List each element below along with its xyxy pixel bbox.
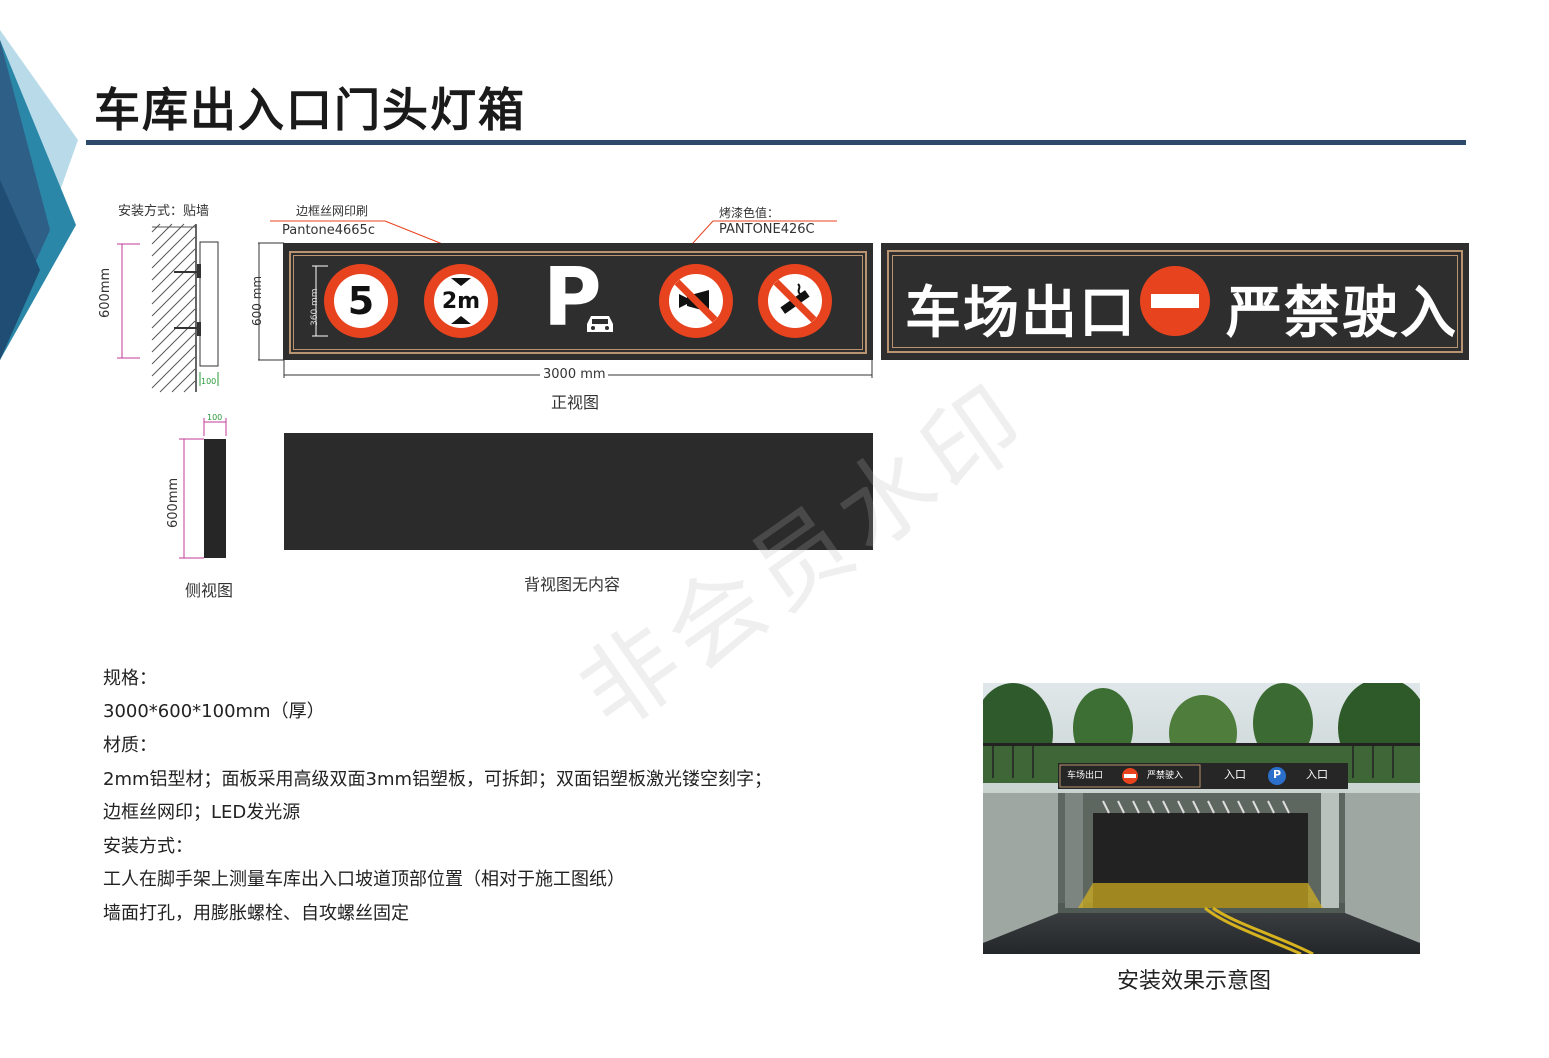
spec-line: 材质： — [103, 735, 157, 756]
side-dim-depth: 100 — [201, 377, 217, 386]
speed-limit-sign: 5 — [324, 264, 398, 338]
side-view-panel — [204, 439, 226, 558]
horn-icon — [674, 279, 718, 323]
sign-height-label: 360 mm — [310, 288, 320, 326]
no-entry-icon — [1140, 266, 1210, 336]
render-scene — [983, 683, 1420, 954]
installation-render-image: 车场出口 严禁驶入 入口 P 入口 — [983, 683, 1420, 954]
back-view-caption: 背视图无内容 — [524, 575, 621, 594]
spec-line: 3000*600*100mm（厚） — [103, 701, 325, 722]
side-height-label: 600mm — [166, 477, 181, 528]
height-limit-value: 2m — [441, 288, 481, 314]
render-sign-exit: 车场出口 — [1067, 771, 1104, 781]
cigarette-icon — [773, 279, 817, 323]
car-icon — [587, 316, 613, 332]
title-underline — [86, 140, 1466, 145]
spec-line: 安装方式： — [103, 836, 193, 857]
spec-line: 边框丝网印；LED发光源 — [103, 802, 301, 823]
spec-line: 工人在脚手架上测量车库出入口坡道顶部位置（相对于施工图纸） — [103, 869, 625, 890]
speed-limit-value: 5 — [334, 274, 388, 328]
front-height-label: 600 mm — [250, 275, 264, 326]
render-caption: 安装效果示意图 — [1117, 969, 1272, 994]
spec-line: 2mm铝型材；面板采用高级双面3mm铝塑板，可拆卸；双面铝塑板激光镂空刻字； — [103, 769, 773, 790]
side-view-caption: 侧视图 — [185, 581, 234, 600]
no-smoking-sign — [758, 264, 832, 338]
render-sign-no-entry: 严禁驶入 — [1147, 771, 1184, 781]
height-limit-sign: 2m — [424, 264, 498, 338]
install-method-label: 安装方式：贴墙 — [118, 204, 210, 219]
back-view-panel — [284, 433, 873, 550]
spec-line: 墙面打孔，用膨胀螺栓、自攻螺丝固定 — [103, 903, 409, 924]
wall-mount-diagram — [117, 223, 219, 393]
render-sign-entrance-1: 入口 — [1224, 768, 1246, 781]
spec-line: 规格： — [103, 668, 157, 689]
front-view-caption: 正视图 — [551, 393, 600, 412]
decorative-corner-shapes — [0, 30, 78, 360]
width-dimension-label: 3000 mm — [543, 367, 606, 382]
page-title: 车库出入口门头灯箱 — [94, 83, 526, 137]
render-sign-entrance-2: 入口 — [1306, 768, 1328, 781]
side-dim-height: 600mm — [98, 267, 113, 318]
no-horn-sign — [659, 264, 733, 338]
render-sign-parking: P — [1273, 768, 1282, 781]
exit-sign-left-text: 车场出口 — [905, 281, 1137, 346]
side-depth-label: 100 — [207, 413, 223, 422]
exit-sign-right-text: 严禁驶入 — [1226, 281, 1458, 346]
